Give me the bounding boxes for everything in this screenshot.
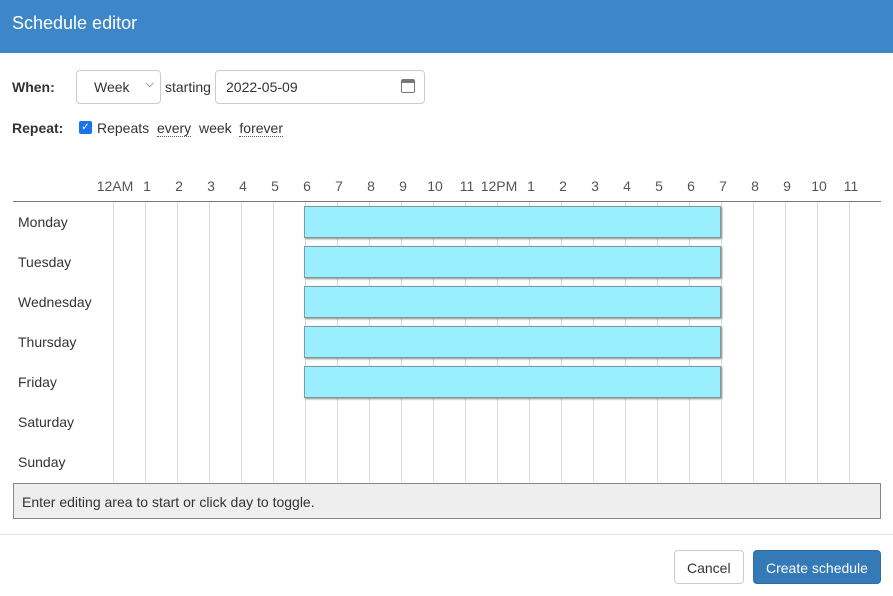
hour-gridline: [817, 202, 818, 482]
status-bar: Enter editing area to start or click day…: [13, 483, 881, 519]
schedule-block[interactable]: [304, 286, 721, 318]
hour-label: 11: [843, 178, 859, 194]
repeats-text: Repeats: [97, 120, 150, 136]
hour-gridline: [753, 202, 754, 482]
day-label-tuesday[interactable]: Tuesday: [18, 242, 71, 282]
starting-label: starting: [165, 79, 211, 95]
hour-gridline: [273, 202, 274, 482]
repeat-label: Repeat:: [12, 120, 64, 136]
schedule-block[interactable]: [304, 206, 721, 238]
footer-divider: [0, 534, 893, 535]
day-label-friday[interactable]: Friday: [18, 362, 57, 402]
repeat-every-link[interactable]: every: [156, 120, 192, 137]
day-label-sunday[interactable]: Sunday: [18, 442, 65, 482]
cancel-button[interactable]: Cancel: [674, 550, 744, 584]
grid-divider: [13, 201, 881, 202]
day-label-saturday[interactable]: Saturday: [18, 402, 74, 442]
when-label: When:: [12, 79, 55, 95]
dialog-title: Schedule editor: [12, 13, 138, 33]
repeat-duration-link[interactable]: forever: [239, 120, 283, 137]
hour-gridline: [145, 202, 146, 482]
schedule-block[interactable]: [304, 246, 721, 278]
hour-gridline: [209, 202, 210, 482]
day-label-thursday[interactable]: Thursday: [18, 322, 76, 362]
start-date-input[interactable]: 2022-05-09: [215, 70, 425, 104]
schedule-block[interactable]: [304, 366, 721, 398]
chevron-down-icon: ⌵: [145, 78, 154, 90]
hour-gridline: [849, 202, 850, 482]
period-select[interactable]: Week ⌵: [76, 70, 161, 104]
hour-gridline: [177, 202, 178, 482]
repeat-unit: week: [198, 120, 232, 136]
hour-gridline: [785, 202, 786, 482]
day-label-monday[interactable]: Monday: [18, 202, 68, 242]
day-label-wednesday[interactable]: Wednesday: [18, 282, 92, 322]
calendar-icon[interactable]: [401, 79, 415, 93]
repeat-checkbox[interactable]: ✓: [79, 121, 92, 134]
start-date-value: 2022-05-09: [226, 79, 298, 95]
schedule-block[interactable]: [304, 326, 721, 358]
create-schedule-button[interactable]: Create schedule: [753, 550, 881, 584]
dialog-header: Schedule editor: [0, 0, 893, 53]
hour-gridline: [113, 202, 114, 482]
hour-gridline: [241, 202, 242, 482]
hour-gridline: [721, 202, 722, 482]
period-value: Week: [94, 79, 130, 95]
